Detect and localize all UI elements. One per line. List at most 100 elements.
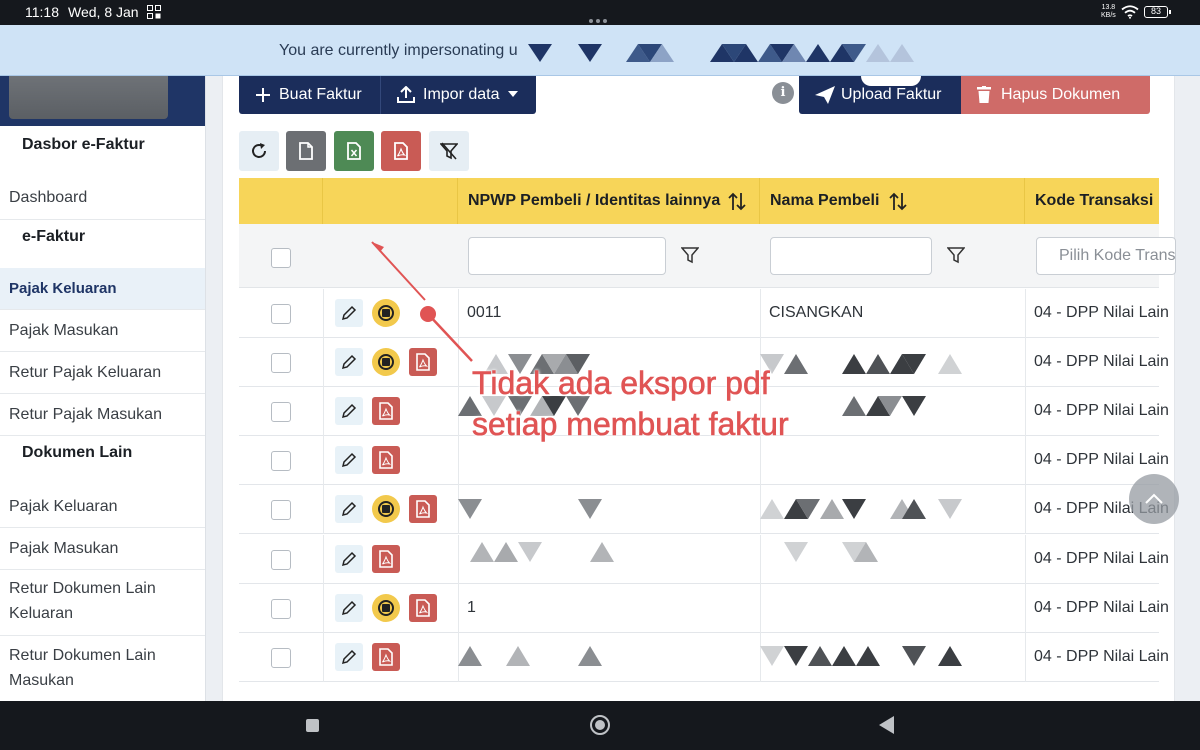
create-invoice-button[interactable]: Buat Faktur	[239, 76, 380, 114]
scroll-top-button[interactable]	[1129, 474, 1179, 524]
pencil-icon	[341, 403, 357, 419]
transaction-code-cell: 04 - DPP Nilai Lain	[1034, 648, 1169, 665]
clear-filter-button[interactable]	[429, 131, 469, 171]
header-kode-transaksi[interactable]: Kode Transaksi	[1025, 178, 1159, 224]
row-checkbox[interactable]	[271, 353, 291, 373]
row-checkbox[interactable]	[271, 451, 291, 471]
stop-button[interactable]	[372, 594, 400, 622]
info-icon[interactable]: i	[772, 82, 794, 104]
row-checkbox[interactable]	[271, 304, 291, 324]
column-divider	[458, 584, 459, 633]
impersonation-banner: You are currently impersonating u	[0, 25, 1200, 76]
npwp-cell: 0011	[467, 304, 502, 321]
table-row: 0011 CISANGKAN 04 - DPP Nilai Lain	[239, 289, 1169, 338]
pdf-file-icon	[379, 451, 393, 469]
annotation-text: Tidak ada ekspor pdf setiap membuat fakt…	[472, 363, 789, 445]
stop-button[interactable]	[372, 348, 400, 376]
download-pdf-button[interactable]	[409, 594, 437, 622]
row-checkbox[interactable]	[271, 550, 291, 570]
edit-button[interactable]	[335, 545, 363, 573]
row-checkbox[interactable]	[271, 648, 291, 668]
import-data-dropdown[interactable]: Impor data	[381, 76, 536, 114]
refresh-icon	[252, 143, 266, 158]
sidebar-item-pajak-keluaran[interactable]: Pajak Keluaran	[0, 268, 205, 310]
export-pdf-button[interactable]	[381, 131, 421, 171]
transaction-code-cell: 04 - DPP Nilai Lain	[1034, 402, 1169, 419]
download-pdf-button[interactable]	[372, 446, 400, 474]
sort-icon[interactable]	[889, 192, 907, 211]
sidebar-item-dokumen-pajak-masukan[interactable]: Pajak Masukan	[0, 528, 205, 570]
stop-button[interactable]	[372, 495, 400, 523]
table-row: 04 - DPP Nilai Lain	[239, 485, 1169, 534]
row-checkbox[interactable]	[271, 500, 291, 520]
row-checkbox[interactable]	[271, 402, 291, 422]
sidebar-profile	[0, 76, 205, 126]
sidebar-item-retur-dokumen-lain-keluaran[interactable]: Retur Dokumen Lain Keluaran	[0, 570, 205, 636]
export-excel-button[interactable]	[334, 131, 374, 171]
primary-button-group: Buat Faktur Impor data	[239, 76, 536, 114]
edit-button[interactable]	[335, 446, 363, 474]
sidebar-item-pajak-masukan[interactable]: Pajak Masukan	[0, 310, 205, 352]
column-divider	[458, 289, 459, 338]
sidebar-item-retur-pajak-masukan[interactable]: Retur Pajak Masukan	[0, 394, 205, 436]
pencil-icon	[341, 600, 357, 616]
sidebar-heading-dokumen-lain: Dokumen Lain	[22, 444, 133, 461]
download-pdf-button[interactable]	[409, 348, 437, 376]
transaction-code-cell: 04 - DPP Nilai Lain	[1034, 451, 1169, 468]
pencil-icon	[341, 501, 357, 517]
download-pdf-button[interactable]	[372, 643, 400, 671]
refresh-button[interactable]	[239, 131, 279, 171]
download-pdf-button[interactable]	[372, 545, 400, 573]
header-nama-pembeli[interactable]: Nama Pembeli	[760, 178, 1025, 224]
filter-icon[interactable]	[681, 246, 699, 264]
create-invoice-label: Buat Faktur	[279, 86, 362, 103]
network-speed: 13.8 KB/s	[1101, 4, 1116, 19]
download-pdf-button[interactable]	[372, 397, 400, 425]
file-icon	[299, 142, 313, 160]
annotation-line-2: setiap membuat faktur	[472, 406, 789, 443]
column-divider	[458, 387, 459, 436]
back-icon[interactable]	[879, 716, 895, 735]
upload-faktur-button[interactable]: Upload Faktur	[799, 76, 961, 114]
header-nama-pembeli-label: Nama Pembeli	[770, 192, 880, 209]
sidebar-item-dokumen-pajak-keluaran[interactable]: Pajak Keluaran	[0, 486, 205, 528]
sidebar-item-dashboard[interactable]: Dashboard	[0, 178, 205, 220]
pdf-file-icon	[379, 550, 393, 568]
edit-button[interactable]	[335, 594, 363, 622]
filter-icon[interactable]	[947, 246, 965, 264]
header-npwp-label: NPWP Pembeli / Identitas lainnya	[468, 192, 721, 209]
sidebar-item-retur-dokumen-lain-masukan[interactable]: Retur Dokumen Lain Masukan	[0, 637, 205, 703]
sort-icon[interactable]	[728, 192, 746, 211]
plus-icon	[256, 88, 270, 102]
filter-row: Pilih Kode Transaksi	[239, 224, 1176, 288]
npwp-cell: 1	[467, 599, 476, 616]
column-divider	[323, 485, 324, 534]
multitask-handle-icon[interactable]	[589, 10, 611, 23]
transaction-code-select[interactable]: Pilih Kode Transaksi	[1036, 237, 1176, 275]
column-divider	[323, 338, 324, 387]
edit-button[interactable]	[335, 348, 363, 376]
row-checkbox[interactable]	[271, 599, 291, 619]
delete-document-button[interactable]: Hapus Dokumen	[961, 76, 1150, 114]
header-npwp[interactable]: NPWP Pembeli / Identitas lainnya	[458, 178, 760, 224]
export-file-button[interactable]	[286, 131, 326, 171]
date: Wed, 8 Jan	[68, 4, 139, 20]
edit-button[interactable]	[335, 299, 363, 327]
select-all-checkbox[interactable]	[271, 248, 291, 268]
column-divider	[458, 338, 459, 387]
edit-button[interactable]	[335, 397, 363, 425]
column-divider	[323, 584, 324, 633]
edit-button[interactable]	[335, 643, 363, 671]
clock: 11:18	[25, 4, 59, 20]
npwp-filter-input[interactable]	[468, 237, 666, 275]
import-data-label: Impor data	[423, 86, 500, 103]
edit-button[interactable]	[335, 495, 363, 523]
sidebar-item-retur-pajak-keluaran[interactable]: Retur Pajak Keluaran	[0, 352, 205, 394]
stop-button[interactable]	[372, 299, 400, 327]
name-filter-input[interactable]	[770, 237, 932, 275]
home-icon[interactable]	[590, 715, 610, 735]
download-pdf-button[interactable]	[409, 495, 437, 523]
column-divider	[1025, 387, 1026, 436]
filter-clear-icon	[440, 142, 458, 160]
recents-icon[interactable]	[306, 719, 319, 732]
